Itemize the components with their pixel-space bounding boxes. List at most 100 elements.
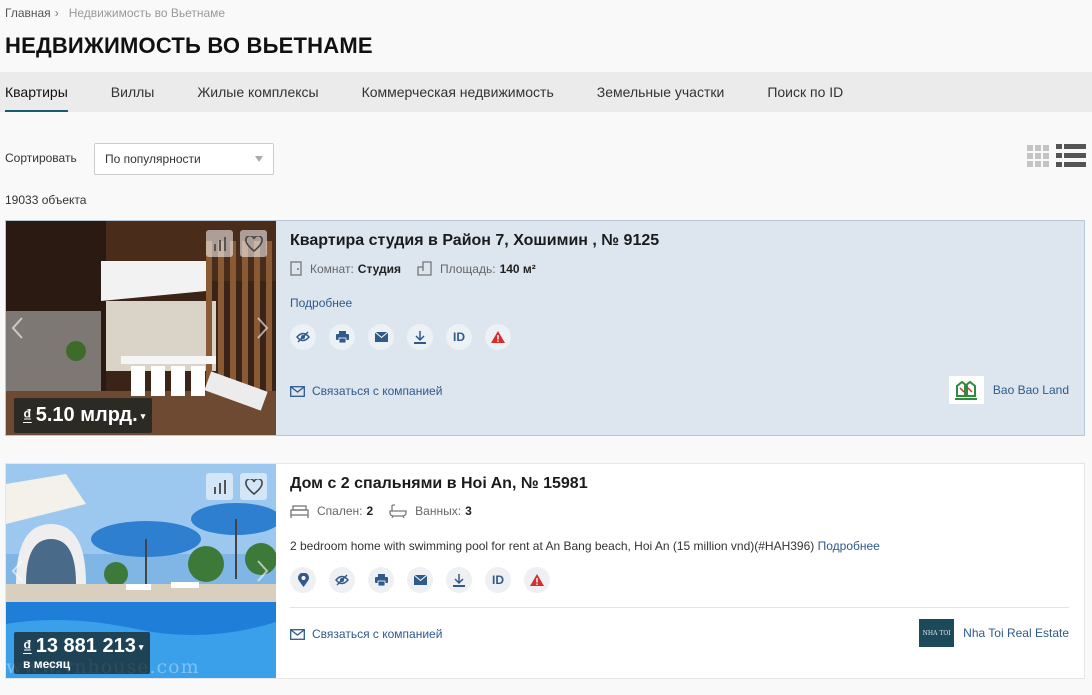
eye-off-icon <box>335 574 349 586</box>
contact-company-link[interactable]: Связаться с компанией <box>290 627 442 641</box>
bedrooms-label: Спален: <box>317 504 363 518</box>
listing-title[interactable]: Квартира студия в Район 7, Хошимин , № 9… <box>290 232 659 250</box>
envelope-icon <box>413 575 427 585</box>
breadcrumb-home[interactable]: Главная <box>5 6 51 20</box>
warning-icon <box>530 574 544 586</box>
chevron-down-icon <box>255 156 263 162</box>
category-tabs: Квартиры Виллы Жилые комплексы Коммерчес… <box>0 72 1092 112</box>
print-button[interactable] <box>329 324 355 350</box>
chevron-right-icon[interactable] <box>254 316 270 340</box>
listing-photo[interactable]: ₫ 5.10 млрд. ▾ <box>6 221 276 435</box>
list-view-icon[interactable] <box>1056 144 1086 168</box>
tab-land-plots[interactable]: Земельные участки <box>597 72 725 112</box>
favorite-button[interactable] <box>240 230 267 257</box>
more-link[interactable]: Подробнее <box>290 296 352 310</box>
favorite-button[interactable] <box>240 473 267 500</box>
caret-down-icon: ▾ <box>138 641 144 652</box>
listing-photo[interactable]: www.vnhouse.com ₫13 881 213▾ в месяц <box>6 464 276 678</box>
bar-chart-icon <box>213 236 226 251</box>
print-button[interactable] <box>368 567 394 593</box>
company-name: Bao Bao Land <box>992 383 1069 397</box>
contact-label: Связаться с компанией <box>312 627 443 641</box>
breadcrumb-current: Недвижимость во Вьетнаме <box>68 6 226 20</box>
contact-label: Связаться с компанией <box>312 384 443 398</box>
bath-icon <box>389 504 407 518</box>
company-logo <box>948 376 984 404</box>
chevron-right-icon[interactable] <box>254 559 270 583</box>
listing-actions: ID <box>290 567 563 593</box>
stats-button[interactable] <box>206 473 233 500</box>
hide-button[interactable] <box>290 324 316 350</box>
email-button[interactable] <box>368 324 394 350</box>
tab-search-by-id[interactable]: Поиск по ID <box>767 72 843 112</box>
company-name: Nha Toi Real Estate <box>963 626 1069 640</box>
stats-button[interactable] <box>206 230 233 257</box>
page-title: НЕДВИЖИМОСТЬ ВО ВЬЕТНАМЕ <box>5 33 373 58</box>
grid-view-icon[interactable] <box>1027 145 1049 167</box>
company-logo-text: NHA TOI <box>922 629 951 637</box>
download-icon <box>414 330 426 344</box>
price-amount: 13 881 213 <box>35 635 136 657</box>
tab-residential-complexes[interactable]: Жилые комплексы <box>197 72 318 112</box>
door-icon <box>290 261 302 276</box>
printer-icon <box>335 331 349 343</box>
sort-label: Сортировать <box>5 151 77 165</box>
eye-off-icon <box>296 331 310 343</box>
bar-chart-icon <box>213 479 226 494</box>
more-link[interactable]: Подробнее <box>818 539 880 553</box>
tab-commercial[interactable]: Коммерческая недвижимость <box>362 72 554 112</box>
report-button[interactable] <box>524 567 550 593</box>
currency-symbol: ₫ <box>23 637 32 656</box>
email-button[interactable] <box>407 567 433 593</box>
rooms-value: Студия <box>357 261 401 276</box>
heart-icon <box>244 478 263 495</box>
bedrooms-value: 2 <box>366 504 374 518</box>
bed-icon <box>290 504 309 518</box>
listing-title[interactable]: Дом с 2 спальнями в Hoi An, № 15981 <box>290 475 588 493</box>
map-button[interactable] <box>290 567 316 593</box>
download-button[interactable] <box>407 324 433 350</box>
report-button[interactable] <box>485 324 511 350</box>
sort-select[interactable]: По популярности <box>94 143 274 175</box>
download-icon <box>453 573 465 587</box>
price-badge[interactable]: ₫ 13 881 213 ▾ в месяц <box>14 632 151 674</box>
area-value: 140 м² <box>499 261 536 276</box>
listing-actions: ID <box>290 324 524 350</box>
price-badge[interactable]: ₫ 5.10 млрд. ▾ <box>14 398 153 433</box>
id-button[interactable]: ID <box>446 324 472 350</box>
id-icon: ID <box>492 573 504 587</box>
warning-icon <box>491 331 505 343</box>
id-button[interactable]: ID <box>485 567 511 593</box>
map-pin-icon <box>297 573 309 587</box>
envelope-outline-icon <box>290 385 305 397</box>
bathrooms-value: 3 <box>465 504 472 518</box>
area-spec: Площадь: 140 м² <box>417 261 536 276</box>
description-text: 2 bedroom home with swimming pool for re… <box>290 539 815 553</box>
contact-company-link[interactable]: Связаться с компанией <box>290 384 442 398</box>
heart-icon <box>244 235 263 252</box>
company-logo: NHA TOI <box>919 619 955 647</box>
printer-icon <box>374 574 388 586</box>
chevron-left-icon[interactable] <box>10 559 26 583</box>
listing-card: www.vnhouse.com ₫13 881 213▾ в месяц Дом… <box>5 463 1085 679</box>
hide-button[interactable] <box>329 567 355 593</box>
breadcrumb-separator: › <box>54 6 59 20</box>
company-link[interactable]: NHA TOI Nha Toi Real Estate <box>919 619 1069 647</box>
rooms-spec: Комнат: Студия <box>290 261 401 276</box>
tab-apartments[interactable]: Квартиры <box>5 72 68 112</box>
bathrooms-label: Ванных: <box>415 504 462 518</box>
envelope-icon <box>374 332 388 342</box>
currency-symbol: ₫ <box>23 406 32 425</box>
bao-bao-land-logo <box>955 380 978 400</box>
tab-villas[interactable]: Виллы <box>111 72 155 112</box>
price-amount: 5.10 млрд. <box>35 404 138 426</box>
listing-card: ₫ 5.10 млрд. ▾ Квартира студия в Район 7, … <box>5 220 1085 436</box>
listing-description: 2 bedroom home with swimming pool for re… <box>290 539 880 553</box>
company-link[interactable]: Bao Bao Land <box>948 376 1069 404</box>
download-button[interactable] <box>446 567 472 593</box>
price-period: в месяц <box>23 657 71 671</box>
chevron-left-icon[interactable] <box>10 316 26 340</box>
results-count: 19033 объекта <box>5 193 87 207</box>
bathrooms-spec: Ванных: 3 <box>389 504 472 518</box>
caret-down-icon: ▾ <box>140 410 146 421</box>
